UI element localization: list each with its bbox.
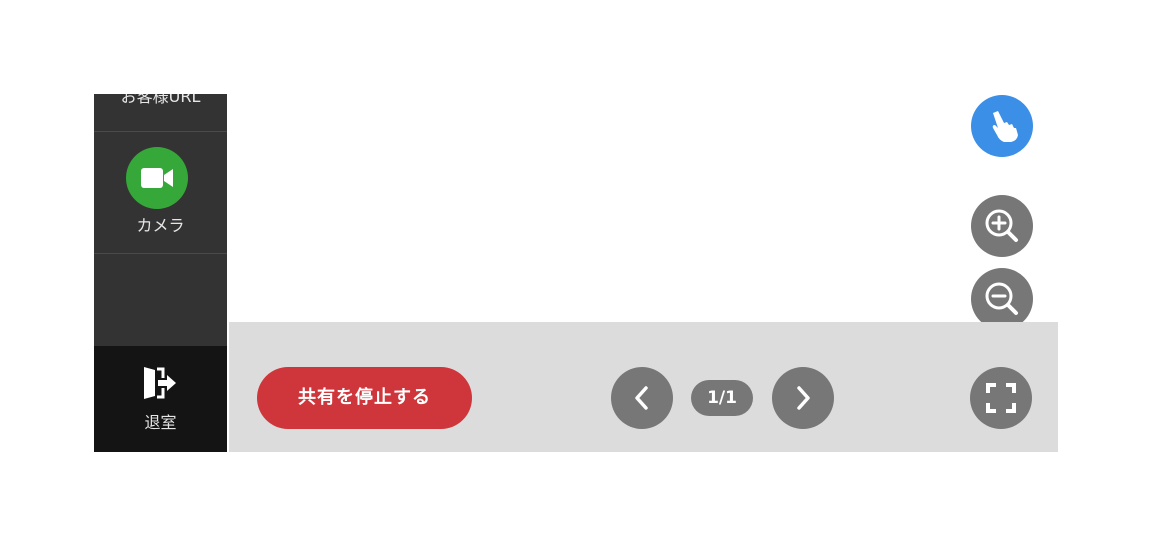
fullscreen-icon — [986, 383, 1016, 413]
door-exit-icon — [141, 364, 179, 406]
stop-sharing-button[interactable]: 共有を停止する — [257, 367, 472, 429]
sidebar: お客様URL カメラ 退室 — [94, 94, 227, 452]
fullscreen-button[interactable] — [970, 367, 1032, 429]
bottom-toolbar: 共有を停止する 1/1 — [229, 322, 1058, 452]
exit-room-button[interactable]: 退室 — [94, 346, 227, 452]
video-camera-icon — [126, 147, 188, 209]
chevron-right-icon — [797, 386, 810, 410]
zoom-out-icon — [985, 282, 1018, 315]
zoom-out-button[interactable] — [971, 268, 1033, 330]
sidebar-item-label: 退室 — [144, 413, 177, 432]
hand-pointer-icon — [992, 111, 1018, 142]
next-page-button[interactable] — [772, 367, 834, 429]
pointer-mode-button[interactable] — [971, 95, 1033, 157]
screen-share-viewer: お客様URL カメラ 退室 共有を停止する 1/1 — [0, 0, 1152, 546]
chevron-left-icon — [635, 386, 648, 410]
page-indicator: 1/1 — [691, 380, 753, 416]
sidebar-item-label: お客様URL — [120, 94, 201, 106]
sidebar-item-customer-url[interactable]: お客様URL — [94, 94, 227, 132]
sidebar-item-camera[interactable]: カメラ — [94, 132, 227, 254]
previous-page-button[interactable] — [611, 367, 673, 429]
zoom-in-icon — [985, 209, 1018, 242]
sidebar-item-label: カメラ — [136, 216, 185, 235]
zoom-in-button[interactable] — [971, 195, 1033, 257]
